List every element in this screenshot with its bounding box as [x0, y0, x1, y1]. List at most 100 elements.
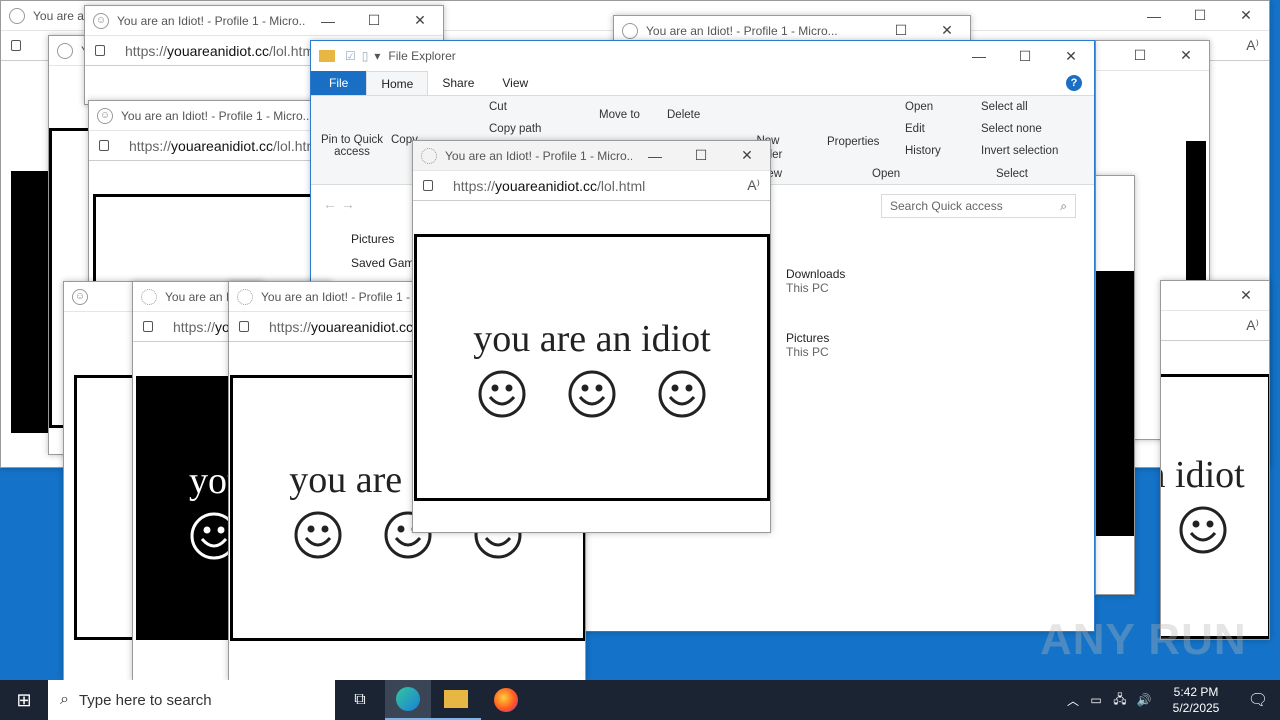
read-aloud-icon[interactable]: A⁾ — [747, 177, 760, 194]
tab-share[interactable]: Share — [428, 71, 488, 95]
edge-icon: ☺ — [93, 12, 109, 29]
browser-popup[interactable] — [1095, 175, 1135, 595]
tab-file[interactable]: File — [311, 71, 367, 95]
clock[interactable]: 5:42 PM 5/2/2025 — [1156, 684, 1236, 716]
help-icon[interactable]: ? — [1066, 75, 1082, 91]
cut-button[interactable]: Cut — [489, 101, 507, 113]
idiot-message: you are an idiot — [473, 318, 711, 360]
anyrun-watermark: ANY RUN — [1040, 615, 1247, 664]
maximize-button[interactable]: ☐ — [878, 22, 924, 39]
notifications-icon[interactable]: 🗨 — [1236, 690, 1280, 710]
browser-popup-front[interactable]: You are an Idiot! - Profile 1 - Micro...… — [412, 140, 771, 533]
edge-icon — [396, 687, 420, 711]
close-button[interactable]: ✕ — [1163, 47, 1209, 64]
network-icon[interactable]: 🖧 — [1108, 690, 1132, 711]
loading-icon — [141, 288, 157, 305]
group-select-label: Select — [996, 168, 1028, 180]
minimize-button[interactable]: — — [305, 13, 351, 29]
read-aloud-icon[interactable]: A⁾ — [1246, 317, 1259, 334]
lock-icon — [11, 40, 21, 51]
firefox-taskbar-button[interactable] — [481, 688, 531, 712]
minimize-button[interactable]: — — [1131, 8, 1177, 24]
smiley-icon — [293, 510, 343, 560]
edge-icon: ☺ — [72, 288, 88, 305]
lock-icon — [95, 45, 105, 56]
new-folder-qat-icon[interactable]: ▯ — [362, 49, 369, 63]
minimize-button[interactable]: — — [632, 148, 678, 164]
tab-home[interactable]: Home — [366, 71, 429, 95]
taskbar: ⊞ ⌕ Type here to search ⧉ ︿ ▭ 🖧 🔊 5:42 PM… — [0, 680, 1280, 720]
folder-icon — [319, 50, 335, 62]
properties-button[interactable]: Properties — [827, 136, 879, 148]
select-none-button[interactable]: Select none — [981, 123, 1042, 135]
edge-icon — [9, 7, 25, 24]
delete-button[interactable]: Delete — [667, 109, 700, 121]
start-button[interactable]: ⊞ — [0, 690, 48, 711]
qat-dropdown-icon[interactable]: ▾ — [374, 49, 380, 63]
group-open-label: Open — [872, 168, 901, 180]
meet-now-icon[interactable]: ▭ — [1084, 693, 1108, 707]
window-title: You are an Idiot! - Profile 1 - Micro... — [445, 148, 632, 163]
smiley-icon — [657, 369, 707, 419]
invert-selection-button[interactable]: Invert selection — [981, 145, 1058, 157]
history-button[interactable]: History — [905, 145, 941, 157]
task-view-button[interactable]: ⧉ — [335, 691, 385, 709]
smiley-icon — [1178, 505, 1228, 555]
read-aloud-icon[interactable]: A⁾ — [1246, 37, 1259, 54]
close-button[interactable]: ✕ — [397, 12, 443, 29]
maximize-button[interactable]: ☐ — [678, 147, 724, 164]
folder-icon — [444, 690, 468, 708]
loading-icon — [421, 147, 437, 164]
quick-access-item[interactable]: Downloads This PC — [786, 267, 845, 295]
edge-icon — [622, 22, 638, 39]
window-title: You are an Idiot! - Profile 1 - Micro... — [117, 13, 305, 28]
maximize-button[interactable]: ☐ — [1177, 7, 1223, 24]
search-input[interactable]: Search Quick access ⌕ — [881, 194, 1076, 218]
show-hidden-icons-button[interactable]: ︿ — [1062, 692, 1084, 709]
edge-icon — [57, 42, 73, 59]
close-button[interactable]: ✕ — [924, 22, 970, 39]
smiley-icon — [567, 369, 617, 419]
lock-icon — [423, 180, 433, 191]
back-button[interactable]: ← → — [323, 196, 355, 212]
close-button[interactable]: ✕ — [1048, 48, 1094, 65]
idiot-message: you are an idiot — [1161, 454, 1245, 496]
lock-icon — [239, 321, 249, 332]
close-button[interactable]: ✕ — [724, 147, 770, 164]
close-button[interactable]: ✕ — [1223, 287, 1269, 304]
maximize-button[interactable]: ☐ — [351, 12, 397, 29]
window-title: You are an Idiot! - Profile 1 - Micro... — [646, 23, 838, 38]
quick-access-item[interactable]: Pictures This PC — [786, 331, 829, 359]
maximize-button[interactable]: ☐ — [1117, 47, 1163, 64]
taskbar-search-input[interactable]: ⌕ Type here to search — [48, 680, 335, 720]
close-button[interactable]: ✕ — [1223, 7, 1269, 24]
browser-popup[interactable]: ✕ A⁾ you are an idiot — [1160, 280, 1270, 640]
tab-view[interactable]: View — [488, 71, 542, 95]
file-explorer-taskbar-button[interactable] — [431, 680, 481, 720]
page-box — [1096, 271, 1134, 536]
edit-button[interactable]: Edit — [905, 123, 925, 135]
move-to-button[interactable]: Move to — [599, 109, 640, 121]
copy-path-button[interactable]: Copy path — [489, 123, 541, 135]
minimize-button[interactable]: — — [956, 48, 1002, 64]
lock-icon — [99, 140, 109, 151]
volume-icon[interactable]: 🔊 — [1132, 693, 1156, 707]
edge-icon: ☺ — [97, 107, 113, 124]
lock-icon — [143, 321, 153, 332]
search-icon: ⌕ — [60, 691, 69, 708]
select-all-button[interactable]: Select all — [981, 101, 1028, 113]
search-icon: ⌕ — [1060, 199, 1067, 213]
smiley-icon — [477, 369, 527, 419]
loading-icon — [237, 288, 253, 305]
open-button[interactable]: Open — [905, 101, 933, 113]
window-title: File Explorer — [388, 49, 456, 63]
address-bar[interactable]: https://youareanidiot.cc/lol.html — [453, 178, 747, 194]
maximize-button[interactable]: ☐ — [1002, 48, 1048, 65]
properties-qat-icon[interactable]: ☑ — [345, 49, 356, 63]
pin-to-quick-access-button[interactable]: Pin to Quick access — [317, 134, 387, 158]
page-box: you are an idiot — [1161, 374, 1269, 639]
page-box — [11, 171, 51, 433]
page-box: you are an idiot — [414, 234, 770, 501]
edge-taskbar-button[interactable] — [385, 680, 431, 720]
firefox-icon — [494, 688, 518, 712]
